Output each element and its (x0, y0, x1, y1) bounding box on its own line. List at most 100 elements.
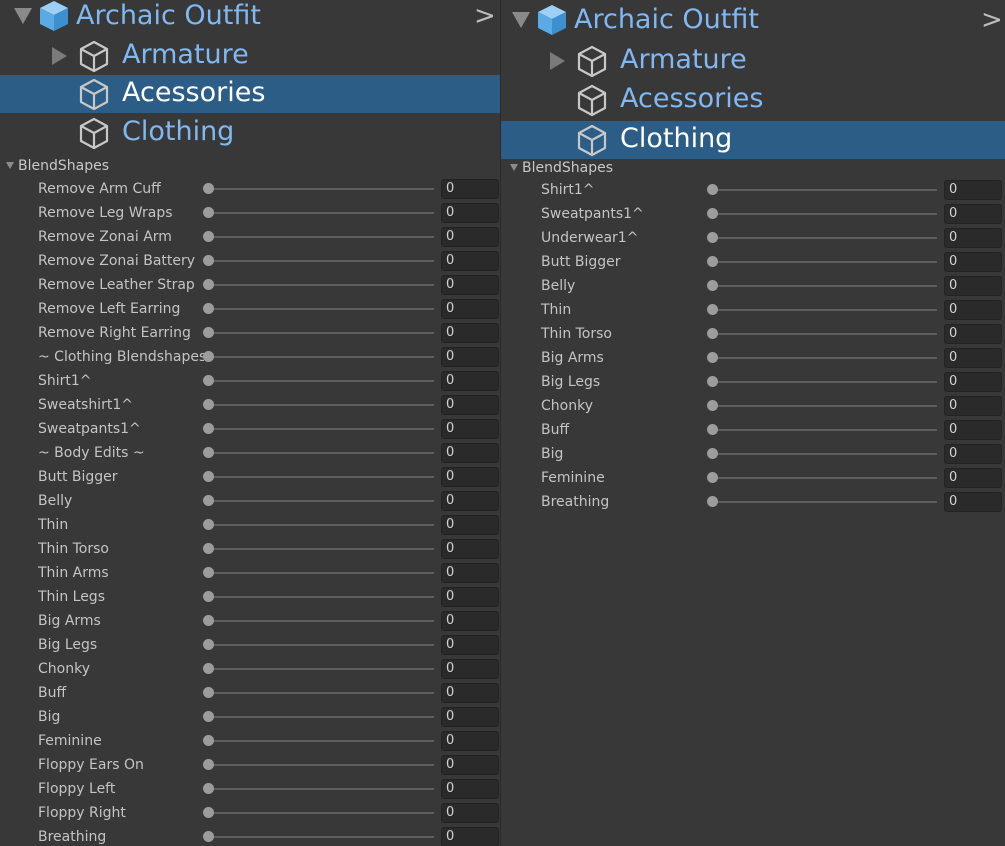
blendshape-slider-handle[interactable] (203, 399, 214, 410)
blendshape-slider-handle[interactable] (203, 423, 214, 434)
blendshape-value-field[interactable]: 0 (441, 347, 499, 367)
blendshape-value-field[interactable]: 0 (441, 299, 499, 319)
blendshape-value-field[interactable]: 0 (944, 348, 1002, 368)
blendshape-slider-track[interactable] (208, 620, 434, 622)
chevron-right-icon[interactable]: > (474, 1, 496, 31)
blendshape-value-field[interactable]: 0 (441, 515, 499, 535)
blendshape-slider-track[interactable] (208, 596, 434, 598)
blendshape-slider-track[interactable] (712, 309, 937, 311)
expand-triangle-right-icon[interactable] (550, 51, 565, 70)
blendshape-slider-track[interactable] (208, 356, 434, 358)
blendshape-value-field[interactable]: 0 (441, 227, 499, 247)
blendshapes-foldout[interactable]: BlendShapes (510, 158, 613, 178)
blendshape-slider-track[interactable] (208, 836, 434, 838)
hierarchy-item-acessories[interactable]: Acessories (0, 75, 500, 113)
blendshape-value-field[interactable]: 0 (441, 731, 499, 751)
blendshape-slider-track[interactable] (208, 212, 434, 214)
blendshape-slider-track[interactable] (712, 381, 937, 383)
blendshape-value-field[interactable]: 0 (441, 443, 499, 463)
blendshape-slider-track[interactable] (208, 452, 434, 454)
blendshape-slider-track[interactable] (712, 285, 937, 287)
blendshape-slider-track[interactable] (712, 237, 937, 239)
blendshape-value-field[interactable]: 0 (944, 396, 1002, 416)
blendshape-slider-handle[interactable] (203, 615, 214, 626)
blendshape-slider-track[interactable] (208, 716, 434, 718)
blendshape-slider-track[interactable] (208, 476, 434, 478)
blendshape-slider-handle[interactable] (203, 327, 214, 338)
blendshape-slider-track[interactable] (208, 380, 434, 382)
blendshape-value-field[interactable]: 0 (944, 420, 1002, 440)
blendshape-slider-track[interactable] (712, 501, 937, 503)
blendshape-slider-track[interactable] (712, 429, 937, 431)
blendshape-slider-track[interactable] (208, 524, 434, 526)
blendshape-slider-handle[interactable] (203, 351, 214, 362)
blendshape-slider-track[interactable] (712, 405, 937, 407)
blendshape-value-field[interactable]: 0 (944, 204, 1002, 224)
blendshape-slider-track[interactable] (712, 357, 937, 359)
blendshape-slider-track[interactable] (712, 213, 937, 215)
blendshape-value-field[interactable]: 0 (944, 180, 1002, 200)
hierarchy-item-armature[interactable]: Armature (501, 42, 1005, 80)
hierarchy-item-clothing[interactable]: Clothing (0, 114, 500, 152)
blendshape-slider-handle[interactable] (203, 375, 214, 386)
blendshape-slider-track[interactable] (208, 260, 434, 262)
blendshape-slider-handle[interactable] (203, 831, 214, 842)
blendshape-slider-handle[interactable] (203, 639, 214, 650)
blendshape-slider-handle[interactable] (203, 687, 214, 698)
blendshape-slider-track[interactable] (208, 572, 434, 574)
blendshape-value-field[interactable]: 0 (944, 228, 1002, 248)
blendshape-value-field[interactable]: 0 (441, 755, 499, 775)
blendshape-value-field[interactable]: 0 (944, 324, 1002, 344)
blendshape-slider-track[interactable] (208, 188, 434, 190)
blendshape-value-field[interactable]: 0 (441, 611, 499, 631)
blendshape-slider-handle[interactable] (203, 663, 214, 674)
hierarchy-item-acessories[interactable]: Acessories (501, 81, 1005, 119)
hierarchy-item-armature[interactable]: Armature (0, 37, 500, 75)
blendshape-value-field[interactable]: 0 (441, 659, 499, 679)
blendshape-slider-track[interactable] (208, 812, 434, 814)
blendshape-slider-track[interactable] (208, 788, 434, 790)
blendshape-slider-handle[interactable] (707, 496, 718, 507)
blendshape-slider-track[interactable] (208, 284, 434, 286)
blendshape-slider-handle[interactable] (203, 759, 214, 770)
blendshape-value-field[interactable]: 0 (441, 275, 499, 295)
blendshape-slider-handle[interactable] (707, 448, 718, 459)
blendshape-value-field[interactable]: 0 (441, 635, 499, 655)
blendshape-slider-handle[interactable] (707, 232, 718, 243)
blendshape-slider-handle[interactable] (707, 184, 718, 195)
blendshape-slider-handle[interactable] (203, 183, 214, 194)
blendshape-value-field[interactable]: 0 (944, 276, 1002, 296)
blendshape-slider-handle[interactable] (203, 447, 214, 458)
blendshape-value-field[interactable]: 0 (441, 587, 499, 607)
blendshape-slider-handle[interactable] (707, 256, 718, 267)
blendshape-value-field[interactable]: 0 (441, 419, 499, 439)
blendshape-value-field[interactable]: 0 (441, 779, 499, 799)
blendshape-value-field[interactable]: 0 (944, 372, 1002, 392)
blendshape-value-field[interactable]: 0 (944, 492, 1002, 512)
blendshape-slider-track[interactable] (208, 644, 434, 646)
blendshape-slider-track[interactable] (208, 548, 434, 550)
blendshape-slider-handle[interactable] (203, 255, 214, 266)
blendshape-slider-handle[interactable] (203, 567, 214, 578)
blendshape-value-field[interactable]: 0 (441, 707, 499, 727)
blendshape-slider-handle[interactable] (707, 352, 718, 363)
blendshape-value-field[interactable]: 0 (944, 468, 1002, 488)
blendshape-value-field[interactable]: 0 (944, 300, 1002, 320)
blendshape-slider-track[interactable] (208, 692, 434, 694)
blendshape-slider-handle[interactable] (707, 376, 718, 387)
chevron-right-icon[interactable]: > (981, 5, 1003, 35)
blendshape-slider-track[interactable] (712, 477, 937, 479)
blendshape-slider-handle[interactable] (203, 807, 214, 818)
blendshape-slider-handle[interactable] (707, 304, 718, 315)
blendshape-slider-track[interactable] (208, 428, 434, 430)
blendshape-value-field[interactable]: 0 (441, 371, 499, 391)
blendshape-slider-handle[interactable] (203, 207, 214, 218)
blendshape-slider-track[interactable] (208, 764, 434, 766)
blendshape-slider-handle[interactable] (707, 400, 718, 411)
blendshape-value-field[interactable]: 0 (441, 803, 499, 823)
hierarchy-root-row[interactable]: Archaic Outfit > (0, 0, 500, 36)
blendshape-value-field[interactable]: 0 (944, 444, 1002, 464)
blendshape-slider-handle[interactable] (203, 711, 214, 722)
blendshape-slider-handle[interactable] (203, 519, 214, 530)
blendshape-slider-track[interactable] (208, 236, 434, 238)
